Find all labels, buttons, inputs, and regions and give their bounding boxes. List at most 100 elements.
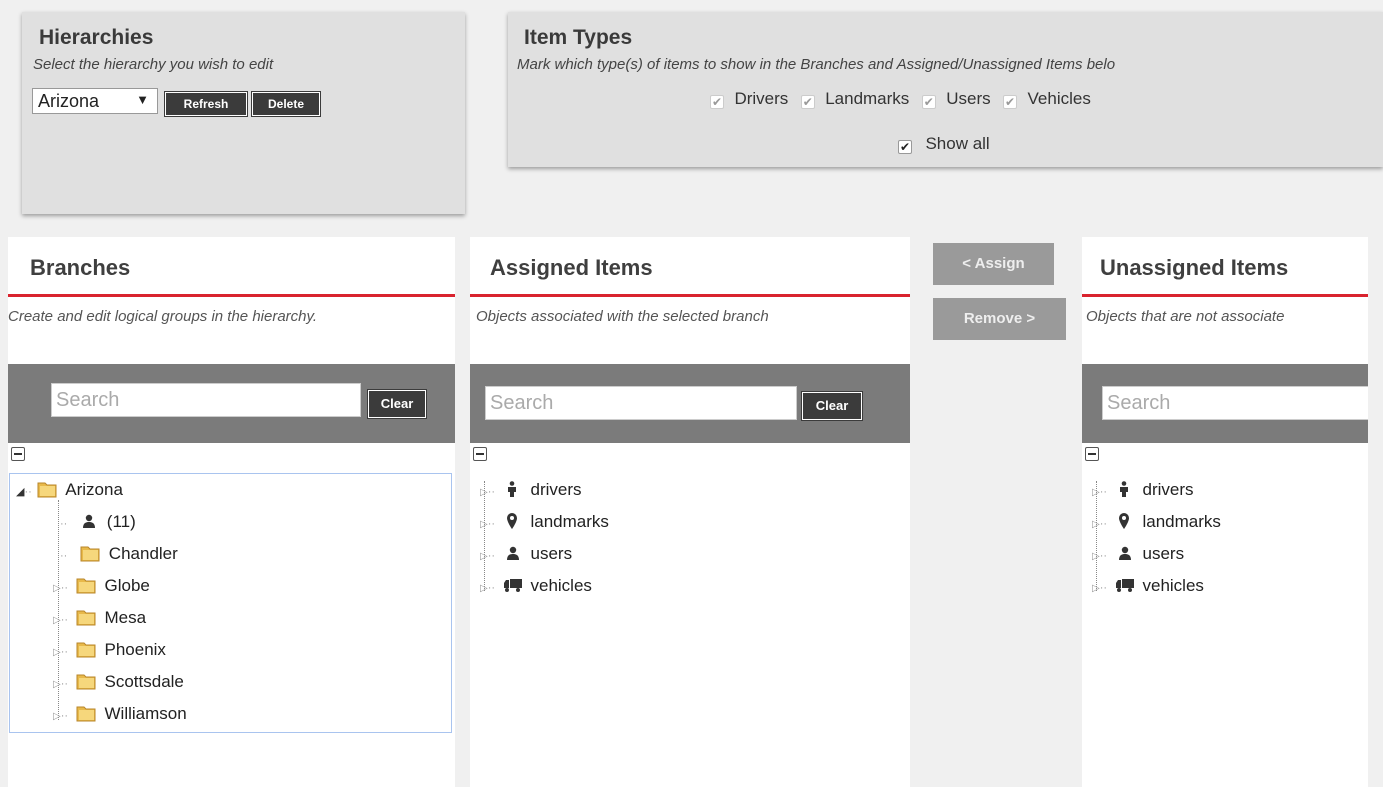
collapsed-triangle-icon: ▷	[53, 679, 61, 690]
assigned-drivers-node[interactable]: ▷·· drivers	[480, 478, 582, 502]
truck-icon	[503, 579, 522, 592]
tree-node-label: Williamson	[104, 704, 187, 723]
assigned-divider	[470, 294, 910, 297]
folder-icon	[76, 674, 96, 690]
drivers-label: Drivers	[734, 89, 789, 108]
collapsed-triangle-icon: ▷	[1092, 583, 1100, 594]
assigned-search-input[interactable]: Search	[485, 386, 797, 420]
folder-icon	[76, 578, 96, 594]
folder-icon	[37, 482, 57, 498]
branches-search-bar: Search Clear	[8, 364, 455, 443]
collapsed-triangle-icon: ▷	[480, 519, 488, 530]
branches-title: Branches	[30, 255, 131, 280]
user-icon	[83, 514, 96, 528]
unassigned-divider	[1082, 294, 1368, 297]
assigned-title: Assigned Items	[490, 255, 653, 280]
collapsed-triangle-icon: ▷	[480, 551, 488, 562]
dropdown-arrow-icon: ▼	[136, 92, 149, 107]
unassigned-drivers-node[interactable]: ▷·· drivers	[1092, 478, 1194, 502]
show-all-label: Show all	[925, 134, 990, 153]
tree-node-label: landmarks	[530, 512, 609, 531]
tree-node-label: vehicles	[530, 576, 592, 595]
hierarchy-select-value: Arizona	[38, 91, 100, 111]
unassigned-vehicles-node[interactable]: ▷·· vehicles	[1092, 574, 1204, 598]
users-checkbox[interactable]: ✔	[921, 95, 936, 109]
tree-node-label: (11)	[106, 512, 136, 531]
tree-node-label: Globe	[104, 576, 150, 595]
drivers-checkbox[interactable]: ✔	[710, 95, 724, 109]
tree-node-williamson[interactable]: ▷·· Williamson	[53, 702, 187, 726]
refresh-button[interactable]: Refresh	[164, 91, 248, 117]
folder-icon	[76, 610, 96, 626]
driver-icon	[1119, 481, 1128, 497]
tree-node-label: drivers	[1142, 480, 1194, 499]
tree-node-users-count[interactable]: ·· (11)	[60, 510, 136, 534]
item-types-subtitle: Mark which type(s) of items to show in t…	[517, 56, 1116, 73]
item-types-panel: Item Types Mark which type(s) of items t…	[508, 12, 1383, 167]
assigned-description: Objects associated with the selected bra…	[476, 308, 769, 325]
assign-button[interactable]: < Assign	[933, 243, 1054, 285]
remove-button[interactable]: Remove >	[933, 298, 1066, 340]
tree-node-label: users	[530, 544, 573, 563]
branches-clear-button[interactable]: Clear	[367, 389, 427, 419]
tree-node-root[interactable]: ◢·· Arizona	[16, 478, 123, 502]
collapsed-triangle-icon: ▷	[1092, 551, 1100, 562]
folder-icon	[80, 546, 100, 562]
landmarks-checkbox[interactable]: ✔	[800, 95, 815, 109]
branches-search-input[interactable]: Search	[51, 383, 361, 417]
item-type-options: ✔ Drivers ✔ Landmarks ✔ Users ✔ Vehicles	[710, 89, 1091, 109]
map-pin-icon	[1118, 513, 1129, 529]
tree-node-label: drivers	[530, 480, 582, 499]
branches-description: Create and edit logical groups in the hi…	[8, 308, 318, 325]
truck-icon	[1115, 579, 1134, 592]
assigned-collapse-all-icon[interactable]	[473, 447, 487, 461]
unassigned-users-node[interactable]: ▷·· users	[1092, 542, 1184, 566]
collapsed-triangle-icon: ▷	[1092, 519, 1100, 530]
show-all-checkbox[interactable]: ✔	[898, 140, 912, 154]
collapsed-triangle-icon: ▷	[53, 615, 61, 626]
tree-node-globe[interactable]: ▷·· Globe	[53, 574, 150, 598]
branches-divider	[8, 294, 455, 297]
tree-node-label: Scottsdale	[104, 672, 184, 691]
delete-button[interactable]: Delete	[251, 91, 321, 117]
tree-node-label: Mesa	[104, 608, 147, 627]
item-types-title: Item Types	[524, 26, 633, 49]
unassigned-search-input[interactable]: Search	[1102, 386, 1368, 420]
assigned-search-bar: Search Clear	[470, 364, 910, 443]
assigned-vehicles-node[interactable]: ▷·· vehicles	[480, 574, 592, 598]
unassigned-search-bar: Search	[1082, 364, 1368, 443]
hierarchies-subtitle: Select the hierarchy you wish to edit	[33, 56, 274, 73]
tree-node-phoenix[interactable]: ▷·· Phoenix	[53, 638, 166, 662]
tree-node-label: Arizona	[65, 480, 123, 499]
folder-icon	[76, 706, 96, 722]
collapsed-triangle-icon: ▷	[53, 647, 61, 658]
branches-column: Branches Create and edit logical groups …	[8, 237, 455, 787]
vehicles-checkbox[interactable]: ✔	[1003, 95, 1018, 109]
unassigned-collapse-all-icon[interactable]	[1085, 447, 1099, 461]
driver-icon	[507, 481, 516, 497]
tree-node-label: vehicles	[1142, 576, 1204, 595]
users-label: Users	[946, 89, 991, 108]
unassigned-title: Unassigned Items	[1100, 255, 1289, 280]
unassigned-tree: ▷·· drivers ▷·· landmarks ▷·· users ▷·· …	[1082, 477, 1368, 607]
collapsed-triangle-icon: ▷	[53, 711, 61, 722]
hierarchies-panel: Hierarchies Select the hierarchy you wis…	[22, 12, 465, 214]
tree-node-scottsdale[interactable]: ▷·· Scottsdale	[53, 670, 184, 694]
hierarchies-title: Hierarchies	[39, 26, 154, 49]
assigned-clear-button[interactable]: Clear	[801, 391, 863, 421]
hierarchy-select[interactable]: Arizona ▼	[32, 88, 158, 114]
tree-node-mesa[interactable]: ▷·· Mesa	[53, 606, 146, 630]
collapsed-triangle-icon: ▷	[1092, 487, 1100, 498]
tree-node-label: landmarks	[1142, 512, 1221, 531]
branches-collapse-all-icon[interactable]	[11, 447, 25, 461]
collapsed-triangle-icon: ▷	[53, 583, 61, 594]
unassigned-landmarks-node[interactable]: ▷·· landmarks	[1092, 510, 1221, 534]
assigned-landmarks-node[interactable]: ▷·· landmarks	[480, 510, 609, 534]
landmarks-label: Landmarks	[825, 89, 910, 108]
tree-node-chandler[interactable]: ·· Chandler	[60, 542, 178, 566]
tree-node-label: users	[1142, 544, 1185, 563]
map-pin-icon	[506, 513, 517, 529]
assigned-users-node[interactable]: ▷·· users	[480, 542, 572, 566]
assigned-tree: ▷·· drivers ▷·· landmarks ▷·· users ▷·· …	[470, 477, 910, 607]
assigned-column: Assigned Items Objects associated with t…	[470, 237, 910, 787]
